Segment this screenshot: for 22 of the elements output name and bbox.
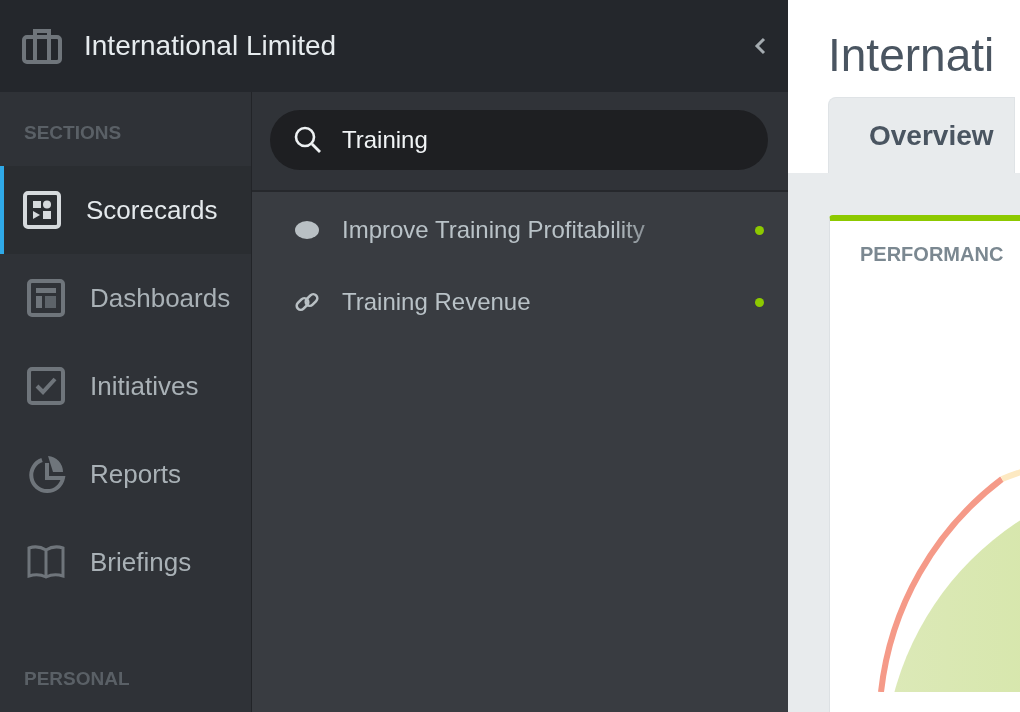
search-icon (294, 126, 322, 154)
book-icon (27, 545, 65, 579)
page-title: Internati (827, 28, 996, 83)
nav-item[interactable]: Reports (0, 430, 251, 518)
search-field[interactable]: Training (270, 110, 768, 170)
checkbox-icon (27, 367, 65, 405)
organization-name: International Limited (84, 30, 338, 62)
nav-item[interactable]: Initiatives (0, 342, 251, 430)
link-icon (295, 290, 319, 314)
nav-item[interactable]: Dashboards (0, 254, 251, 342)
search-result[interactable]: Training Revenue (342, 288, 733, 316)
scorecard-icon (23, 191, 61, 229)
search-result[interactable]: Improve Training Profitability (342, 216, 733, 244)
ellipse-icon (295, 221, 319, 239)
nav-item[interactable]: Briefings (0, 518, 251, 606)
card-title: PERFORMANC (859, 242, 1005, 266)
pie-chart-icon (26, 454, 66, 494)
nav-item[interactable]: Scorecards (0, 166, 251, 254)
collapse-chevron-icon[interactable] (754, 37, 766, 55)
dashboard-icon (27, 279, 65, 317)
briefcase-icon (22, 28, 62, 64)
tab[interactable]: Overview (828, 97, 1015, 173)
